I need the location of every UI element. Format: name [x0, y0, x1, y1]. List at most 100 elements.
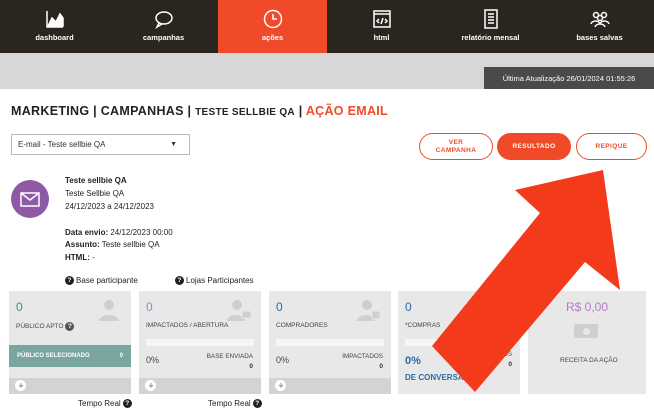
caret-down-icon: ▼	[170, 141, 177, 148]
action-select-value: E-mail - Teste sellbie QA	[18, 140, 106, 149]
clock-icon	[263, 9, 282, 29]
assunto-row: Assunto: Teste sellbie QA	[65, 240, 160, 249]
compradores-value: 0	[276, 300, 283, 314]
breadcrumb-separator: |	[294, 104, 306, 118]
tempo-real-1: Tempo Real?	[78, 399, 132, 408]
card-receita: R$ 0,00 RECEITA DA AÇÃO	[528, 291, 646, 394]
cloud-download-icon[interactable]	[275, 380, 286, 391]
assunto-label: Assunto:	[65, 240, 100, 249]
email-avatar	[11, 180, 49, 218]
publico-apto-label: PÚBLICO APTO ?	[16, 322, 76, 331]
nav-item-bases-salvas[interactable]: bases salvas	[545, 0, 654, 53]
card-compras: 0 *COMPRAS 0% DE CONVERSÃO IMPACTADOS 0	[398, 291, 520, 394]
html-label: HTML:	[65, 253, 90, 262]
data-envio-row: Data envio: 24/12/2023 00:00	[65, 228, 173, 237]
compras-pct: 0%	[405, 355, 421, 367]
user-icon	[99, 300, 119, 321]
tempo-real-label: Tempo Real	[78, 399, 121, 408]
card-compradores: 0 COMPRADORES 0% IMPACTADOS 0	[269, 291, 391, 394]
base-enviada-value: 0	[249, 363, 253, 370]
publico-selecionado-value: 0	[119, 353, 123, 359]
nav-label: bases salvas	[576, 33, 623, 42]
impactados-sub-value: 0	[379, 363, 383, 370]
impactados-sub-label: IMPACTADOS	[342, 353, 383, 360]
base-participante-label: Base participante	[76, 276, 138, 285]
impactados-value: 0	[146, 300, 153, 314]
nav-label: dashboard	[35, 33, 74, 42]
help-icon[interactable]: ?	[122, 399, 132, 408]
ver-campanha-button[interactable]: VER CAMPANHA	[419, 133, 493, 160]
nav-item-campanhas[interactable]: campanhas	[109, 0, 218, 53]
tempo-real-2: Tempo Real?	[208, 399, 262, 408]
users-icon	[589, 11, 610, 28]
card-footer	[9, 378, 131, 394]
user-bag-icon	[357, 300, 381, 321]
document-icon	[483, 9, 498, 29]
nav-item-acoes[interactable]: ações	[218, 0, 327, 53]
action-title: Teste sellbie QA	[65, 176, 127, 185]
publico-selecionado-band: PÚBLICO SELECIONADO 0	[9, 345, 131, 367]
conversao-label: DE CONVERSÃO	[405, 373, 470, 382]
action-select[interactable]: E-mail - Teste sellbie QA ▼	[11, 134, 190, 155]
breadcrumb-separator: |	[183, 104, 196, 118]
progress-bar-track	[146, 339, 254, 346]
top-navigation: dashboard campanhas ações html relatório…	[0, 0, 654, 53]
publico-apto-value: 0	[16, 300, 23, 314]
envelope-icon	[20, 191, 40, 207]
breadcrumb-marketing[interactable]: MARKETING	[11, 104, 89, 118]
tempo-real-label: Tempo Real	[208, 399, 251, 408]
data-envio-label: Data envio:	[65, 228, 109, 237]
action-period: 24/12/2023 a 24/12/2023	[65, 202, 154, 211]
breadcrumb-campanhas[interactable]: CAMPANHAS	[101, 104, 184, 118]
ver-campanha-label-1: VER	[448, 138, 464, 146]
cloud-download-icon[interactable]	[145, 380, 156, 391]
base-enviada-label: BASE ENVIADA	[206, 353, 253, 360]
lojas-participantes-link[interactable]: ? Lojas Participantes	[175, 276, 254, 285]
chat-bubble-icon	[154, 11, 173, 29]
base-participante-link[interactable]: ? Base participante	[65, 276, 138, 285]
receita-label: RECEITA DA AÇÃO	[560, 357, 618, 364]
html-value: -	[92, 253, 95, 262]
compradores-pct: 0%	[276, 355, 290, 365]
breadcrumb: MARKETING | CAMPANHAS | TESTE SELLBIE QA…	[11, 104, 388, 118]
action-subtitle: Teste Sellbie QA	[65, 189, 125, 198]
receita-value: R$ 0,00	[566, 300, 609, 314]
repique-button[interactable]: REPIQUE	[576, 133, 647, 160]
last-update-badge: Última Atualização 26/01/2024 01:55:26	[484, 67, 654, 89]
nav-item-html[interactable]: html	[327, 0, 436, 53]
nav-item-relatorio-mensal[interactable]: relatório mensal	[436, 0, 545, 53]
compras-value: 0	[405, 300, 412, 314]
cloud-download-icon[interactable]	[15, 380, 26, 391]
nav-label: relatório mensal	[461, 33, 520, 42]
data-envio-value: 24/12/2023 00:00	[110, 228, 173, 237]
help-icon[interactable]: ?	[252, 399, 262, 408]
compras-impactados-value: 0	[508, 361, 512, 368]
breadcrumb-current: AÇÃO EMAIL	[305, 104, 388, 118]
chart-area-icon	[45, 11, 64, 28]
lojas-participantes-label: Lojas Participantes	[186, 276, 254, 285]
help-icon[interactable]: ?	[65, 322, 75, 331]
assunto-value: Teste sellbie QA	[101, 240, 160, 249]
money-icon	[574, 324, 598, 338]
card-publico-apto: 0 PÚBLICO APTO ? PÚBLICO SELECIONADO 0	[9, 291, 131, 394]
impactados-pct: 0%	[146, 355, 160, 365]
publico-selecionado-label: PÚBLICO SELECIONADO	[17, 353, 90, 359]
compras-label: *COMPRAS	[405, 322, 441, 329]
breadcrumb-campaign-name[interactable]: TESTE SELLBIE QA	[195, 107, 295, 118]
resultado-button[interactable]: RESULTADO	[497, 133, 571, 160]
card-impactados-abertura: 0 IMPACTADOS / ABERTURA 0% BASE ENVIADA …	[139, 291, 261, 394]
nav-label: html	[373, 33, 390, 42]
ver-campanha-label-2: CAMPANHA	[435, 146, 477, 154]
help-icon: ?	[65, 276, 74, 285]
card-footer	[139, 378, 261, 394]
user-email-icon	[227, 300, 251, 321]
nav-label: campanhas	[142, 33, 185, 42]
compradores-label: COMPRADORES	[276, 322, 328, 329]
help-icon: ?	[175, 276, 184, 285]
impactados-label: IMPACTADOS / ABERTURA	[146, 322, 229, 329]
nav-item-dashboard[interactable]: dashboard	[0, 0, 109, 53]
code-window-icon	[372, 10, 391, 28]
header-bar: Última Atualização 26/01/2024 01:55:26	[0, 53, 654, 89]
progress-bar-track	[276, 339, 384, 346]
progress-bar-track	[405, 339, 513, 346]
